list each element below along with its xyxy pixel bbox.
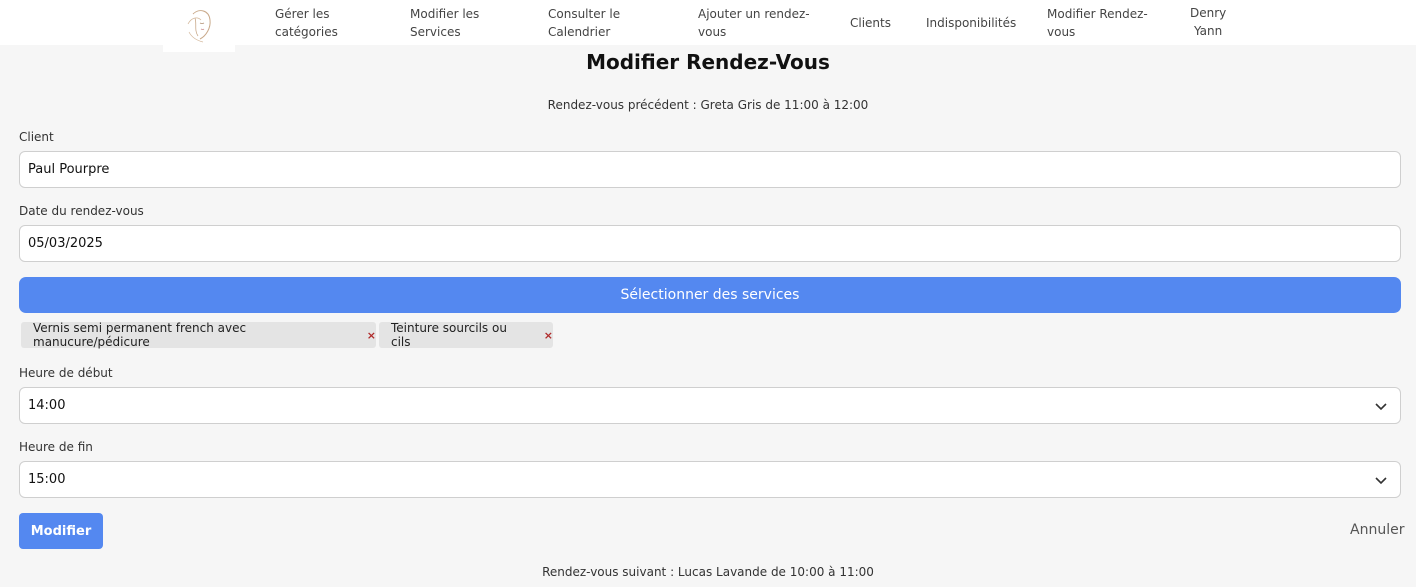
previous-appointment-info: Rendez-vous précédent : Greta Gris de 11… (547, 98, 869, 112)
nav-manage-categories[interactable]: Gérer les catégories (275, 0, 338, 45)
logo[interactable] (163, 0, 235, 52)
nav-label: Gérer les (275, 6, 330, 21)
chevron-down-icon (1375, 476, 1387, 484)
end-time-label: Heure de fin (19, 440, 93, 454)
select-services-button[interactable]: Sélectionner des services (19, 277, 1401, 313)
top-navbar: Gérer les catégories Modifier les Services… (0, 0, 1416, 52)
modify-button[interactable]: Modifier (19, 513, 103, 549)
service-chip: Vernis semi permanent french avec manucu… (21, 321, 376, 349)
client-label: Client (19, 130, 54, 144)
cancel-link[interactable]: Annuler (1350, 522, 1404, 538)
end-time-select[interactable]: 15:00 (19, 461, 1401, 498)
nav-label: Ajouter un rendez- (698, 6, 810, 21)
nav-unavailability[interactable]: Indisponibilités (926, 0, 1016, 45)
nav-clients[interactable]: Clients (850, 0, 891, 45)
start-time-value: 14:00 (28, 398, 66, 413)
nav-label: Modifier les (410, 6, 480, 21)
nav-user-menu[interactable]: Denry Yann (1190, 0, 1226, 44)
nav-edit-services[interactable]: Modifier les Services (410, 0, 479, 45)
start-time-label: Heure de début (19, 366, 113, 380)
remove-chip-icon[interactable]: × (367, 329, 376, 342)
service-chip-label: Teinture sourcils ou cils (391, 321, 507, 349)
service-chip-label: Vernis semi permanent french avec manucu… (33, 321, 247, 349)
nav-edit-appointment[interactable]: Modifier Rendez-vous (1047, 0, 1148, 45)
remove-chip-icon[interactable]: × (544, 329, 553, 342)
nav-label: Services (410, 24, 461, 39)
next-appointment-info: Rendez-vous suivant : Lucas Lavande de 1… (542, 565, 874, 579)
end-time-value: 15:00 (28, 472, 66, 487)
nav-label: catégories (275, 24, 338, 39)
page-title: Modifier Rendez-Vous (586, 50, 830, 74)
nav-label: vous (1047, 24, 1076, 39)
nav-add-appointment[interactable]: Ajouter un rendez-vous (698, 0, 810, 45)
user-first-name: Denry (1190, 5, 1227, 20)
chevron-down-icon (1375, 402, 1387, 410)
start-time-select[interactable]: 14:00 (19, 387, 1401, 424)
nav-label: Consulter le (548, 6, 621, 21)
nav-label: Clients (850, 15, 891, 30)
nav-calendar[interactable]: Consulter le Calendrier (548, 0, 620, 45)
service-chip: Teinture sourcils ou cils × (379, 321, 553, 349)
nav-label: vous (698, 24, 727, 39)
date-label: Date du rendez-vous (19, 204, 144, 218)
client-field[interactable]: Paul Pourpre (19, 151, 1401, 188)
nav-label: Calendrier (548, 24, 611, 39)
nav-label: Modifier Rendez- (1047, 6, 1148, 21)
date-field[interactable]: 05/03/2025 (19, 225, 1401, 262)
nav-label: Indisponibilités (926, 15, 1017, 30)
user-last-name: Yann (1194, 23, 1223, 38)
woman-face-logo-icon (187, 10, 211, 43)
